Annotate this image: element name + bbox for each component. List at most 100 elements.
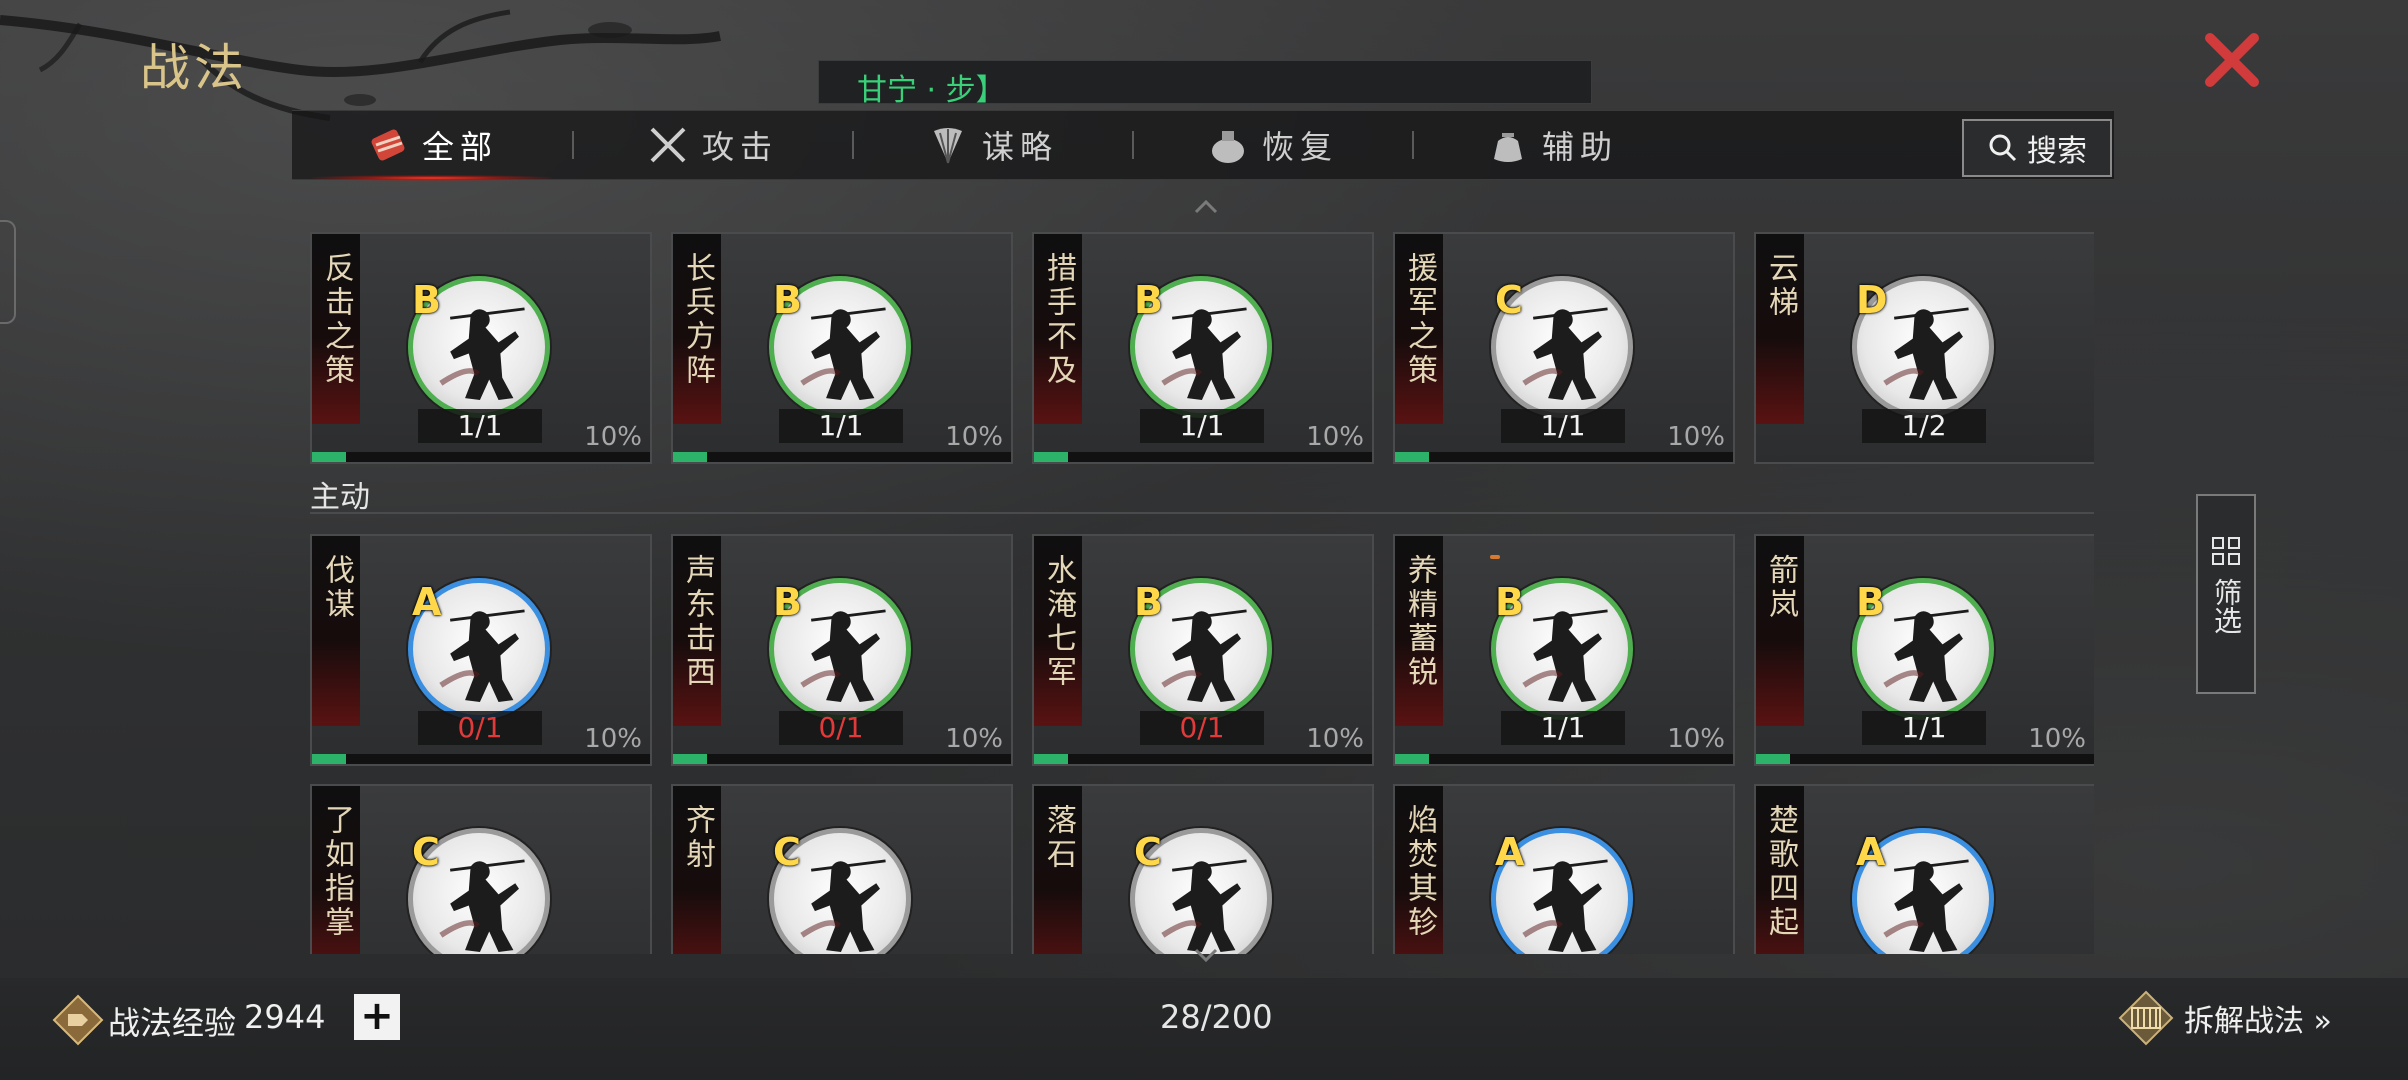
page-title: 战法 — [140, 39, 248, 97]
tactic-count: 1/1 — [779, 409, 903, 443]
tactic-progress-bar — [1395, 754, 1733, 764]
tactic-grade: B — [773, 278, 802, 322]
tactic-name: 水淹七军 — [1034, 536, 1082, 726]
tactic-card[interactable]: 云梯 D 1/2 — [1754, 232, 2094, 464]
tactic-card[interactable]: 落石 C — [1032, 784, 1374, 954]
pouch-icon — [1493, 133, 1522, 162]
tactic-percent: 10% — [945, 422, 1003, 452]
tactic-grade: A — [1495, 830, 1525, 874]
tactic-name: 援军之策 — [1395, 234, 1443, 424]
tactic-count: 1/1 — [1501, 711, 1625, 745]
category-tabs: 全部 攻击 谋略 恢复 辅助 搜索 — [292, 110, 2114, 181]
tactic-progress-bar — [673, 452, 1011, 462]
tactic-grade: B — [1134, 580, 1163, 624]
tactic-count: 0/1 — [418, 711, 542, 745]
tactic-progress-bar — [1395, 452, 1733, 462]
tactic-name: 反击之策 — [312, 234, 360, 424]
feather-fan-icon — [933, 128, 962, 164]
tactic-progress-bar — [1756, 754, 2094, 764]
scroll-bundle-icon — [371, 129, 405, 161]
exp-value: 2944 — [244, 998, 326, 1036]
tactic-name: 楚歌四起 — [1756, 786, 1804, 954]
tactic-card[interactable]: 长兵方阵 B 1/1 10% — [671, 232, 1013, 464]
tactic-name: 伐谋 — [312, 536, 360, 726]
tactic-percent: 10% — [584, 724, 642, 754]
tactic-card[interactable]: 齐射 C — [671, 784, 1013, 954]
tactic-grade: B — [1856, 580, 1885, 624]
section-divider — [310, 512, 2094, 514]
tactics-count: 28/200 — [1160, 998, 1273, 1036]
tactic-grade: B — [1134, 278, 1163, 322]
tactic-grade: A — [412, 580, 442, 624]
hero-filter-bar[interactable]: 甘宁 · 步】 — [818, 60, 1592, 108]
tactic-count: 1/2 — [1862, 409, 1986, 443]
tactic-count: 1/1 — [1140, 409, 1264, 443]
tactic-progress-bar — [1034, 754, 1372, 764]
tactic-name: 落石 — [1034, 786, 1082, 954]
tactic-count: 1/1 — [1862, 711, 1986, 745]
tactic-name: 齐射 — [673, 786, 721, 954]
tab-strategy[interactable]: 谋略 — [852, 111, 1132, 179]
tactic-name: 措手不及 — [1034, 234, 1082, 424]
tactic-card[interactable]: 箭岚 B 1/1 10% — [1754, 534, 2094, 766]
search-icon — [1989, 134, 2017, 162]
tactic-count: 1/1 — [1501, 409, 1625, 443]
tab-recover[interactable]: 恢复 — [1132, 111, 1412, 179]
tactic-name: 声东击西 — [673, 536, 721, 726]
tactic-percent: 10% — [2028, 724, 2086, 754]
close-icon[interactable] — [2200, 28, 2264, 92]
tactic-grade: B — [1495, 580, 1524, 624]
side-drawer-handle[interactable] — [0, 220, 16, 324]
tactic-grade: D — [1856, 278, 1888, 322]
tactic-card[interactable]: 援军之策 C 1/1 10% — [1393, 232, 1735, 464]
dismantle-icon — [2118, 990, 2174, 1046]
tab-attack[interactable]: 攻击 — [572, 111, 852, 179]
tactics-exp-icon — [52, 994, 104, 1046]
tactic-grade: B — [412, 278, 441, 322]
tactic-grade: C — [1495, 278, 1523, 322]
tab-support[interactable]: 辅助 — [1412, 111, 1692, 179]
dismantle-button[interactable]: 拆解战法 » — [2118, 990, 2332, 1046]
tactic-count: 0/1 — [779, 711, 903, 745]
exp-label: 战法经验 — [108, 1004, 237, 1042]
add-exp-button[interactable]: + — [354, 994, 400, 1040]
scroll-up-icon[interactable] — [1192, 198, 1220, 216]
tab-all[interactable]: 全部 — [292, 111, 572, 181]
bottom-bar: 战法经验 2944 + 28/200 拆解战法 » — [0, 978, 2408, 1080]
tactic-grade: B — [773, 580, 802, 624]
tactic-percent: 10% — [1667, 724, 1725, 754]
tactic-card[interactable]: 水淹七军 B 0/1 10% — [1032, 534, 1374, 766]
tactic-progress-bar — [312, 754, 650, 764]
tactic-card[interactable]: 声东击西 B 0/1 10% — [671, 534, 1013, 766]
tactic-percent: 10% — [1306, 422, 1364, 452]
tactic-name: 长兵方阵 — [673, 234, 721, 424]
crossed-swords-icon — [650, 127, 686, 163]
tactic-card[interactable]: 了如指掌 C — [310, 784, 652, 954]
tactic-card[interactable]: 焰焚其轸 A — [1393, 784, 1735, 954]
grid-filter-icon — [2212, 537, 2240, 565]
tactic-name: 养精蓄锐 — [1395, 536, 1443, 726]
tactic-progress-bar — [673, 754, 1011, 764]
ember-particle — [1490, 555, 1500, 559]
tactic-grade: C — [773, 830, 801, 874]
tactic-grade: C — [1134, 830, 1162, 874]
medicine-pot-icon — [1211, 131, 1244, 163]
section-label-active: 主动 — [310, 480, 370, 515]
scroll-down-icon[interactable] — [1192, 946, 1220, 964]
tactic-count: 1/1 — [418, 409, 542, 443]
tactic-name: 了如指掌 — [312, 786, 360, 954]
filter-button[interactable]: 筛选 — [2196, 494, 2256, 694]
tactic-card[interactable]: 楚歌四起 A — [1754, 784, 2094, 954]
tactic-card[interactable]: 措手不及 B 1/1 10% — [1032, 232, 1374, 464]
hero-filter-text: 甘宁 · 步】 — [857, 73, 1006, 108]
tactic-grade: A — [1856, 830, 1886, 874]
tactic-card[interactable]: 伐谋 A 0/1 10% — [310, 534, 652, 766]
tactic-percent: 10% — [584, 422, 642, 452]
tactic-name: 焰焚其轸 — [1395, 786, 1443, 954]
tactic-card[interactable]: 养精蓄锐 B 1/1 10% — [1393, 534, 1735, 766]
tactic-card[interactable]: 反击之策 B 1/1 10% — [310, 232, 652, 464]
tactic-name: 云梯 — [1756, 234, 1804, 424]
search-button[interactable]: 搜索 — [1962, 119, 2112, 177]
tactic-progress-bar — [1034, 452, 1372, 462]
tactic-percent: 10% — [1306, 724, 1364, 754]
